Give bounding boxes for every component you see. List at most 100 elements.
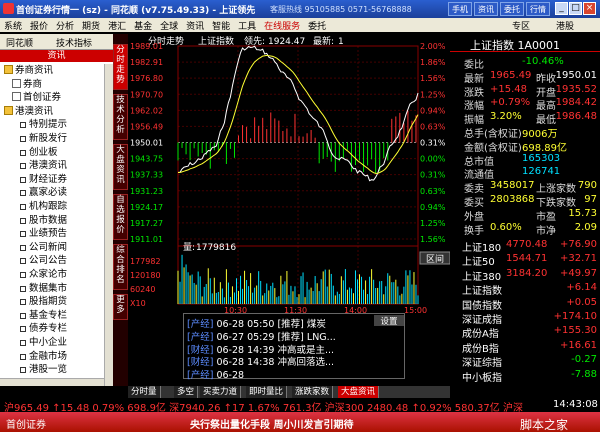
tree-item[interactable]: 财经证券 xyxy=(20,173,67,186)
tree-item-label: 新股发行 xyxy=(29,133,68,144)
right-axis-tick: 0.94% xyxy=(420,106,446,115)
tree-item[interactable]: 股市数据 xyxy=(20,214,67,227)
menu-analysis[interactable]: 分析 xyxy=(52,18,78,32)
vtab-watchlist[interactable]: 自选报价 xyxy=(113,194,128,240)
quote-row-value: -10.46% xyxy=(522,56,564,67)
index-row[interactable]: 深证综指 -0.27 xyxy=(450,354,600,369)
tab-tech-indicators[interactable]: 技术指标 xyxy=(56,36,92,49)
quote-row: 流通值 126741 xyxy=(450,166,600,181)
vtab-more[interactable]: 更多 xyxy=(113,294,128,320)
news-button[interactable]: 资讯 xyxy=(474,2,498,16)
trade-button[interactable]: 委托 xyxy=(500,2,524,16)
tree-item-label: 公司公告 xyxy=(29,255,68,267)
tree-item[interactable]: 赢家必读 xyxy=(20,186,67,199)
tree-item[interactable]: 众家论市 xyxy=(20,268,67,281)
quote-row-value: +15.48 xyxy=(490,83,528,95)
tree-item[interactable]: 金融市场 xyxy=(20,350,67,363)
tree-horizontal-scrollbar[interactable] xyxy=(0,378,104,386)
news-item-part: 06-28 xyxy=(213,370,245,382)
chart-lead-label: 领先: xyxy=(244,35,265,47)
tree-item-label: 公司新闻 xyxy=(29,241,68,253)
zone-button[interactable]: 专区 xyxy=(508,18,534,32)
index-row[interactable]: 上证380 3184.20 +49.97 xyxy=(450,268,600,283)
tree-item[interactable]: 中小企业 xyxy=(20,336,67,349)
tree-item[interactable]: 股指期货 xyxy=(20,295,67,308)
btab-bull-bear[interactable]: 多空 xyxy=(174,386,199,398)
menu-global[interactable]: 全球 xyxy=(156,18,182,32)
window-title: 首创证券行情一 (sz) - 同花顺 (v7.75.49.33) - 上证领先 xyxy=(16,6,256,16)
menu-quote[interactable]: 报价 xyxy=(26,18,52,32)
tree-item[interactable]: 新股发行 xyxy=(20,132,67,145)
tab-ths[interactable]: 同花顺 xyxy=(6,36,33,49)
tree-item-label: 金融市场 xyxy=(29,350,68,362)
minimize-icon[interactable]: _ xyxy=(555,2,568,15)
right-axis-tick: 0.31% xyxy=(420,139,446,148)
menu-trade[interactable]: 委托 xyxy=(304,18,330,32)
tree-item[interactable]: 公司公告 xyxy=(20,254,67,267)
index-row[interactable]: 成份B指 +16.61 xyxy=(450,340,600,355)
tree-item[interactable]: 机构跟踪 xyxy=(20,200,67,213)
left-axis-tick: 1982.91 xyxy=(130,58,163,67)
index-row[interactable]: 成份A指 +155.30 xyxy=(450,325,600,340)
btab-buy-sell-force[interactable]: 买卖力道 xyxy=(200,386,242,398)
news-settings-button[interactable]: 设置 xyxy=(374,315,404,327)
index-row[interactable]: 国债指数 +0.05 xyxy=(450,297,600,312)
tree-item[interactable]: 券商 xyxy=(12,78,42,91)
tree-item[interactable]: 基金专栏 xyxy=(20,309,67,322)
hk-stocks-button[interactable]: 港股 xyxy=(552,18,578,32)
tree-item[interactable]: 数据集市 xyxy=(20,282,67,295)
tree-item[interactable]: 港澳资讯 xyxy=(4,105,53,118)
tree-item[interactable]: 首创证券 xyxy=(12,91,61,104)
menu-online-service[interactable]: 在线服务 xyxy=(260,18,304,32)
btab-volume-ratio[interactable]: 即时量比 xyxy=(246,386,288,398)
news-item-part: 冲高回落选... xyxy=(277,357,335,369)
vtab-timeshare[interactable]: 分时走势 xyxy=(113,44,128,90)
menu-system[interactable]: 系统 xyxy=(0,18,26,32)
tree-item[interactable]: 券商资讯 xyxy=(4,64,53,77)
news-item[interactable]: [财经] 06-28 14:39 冲高或是主... xyxy=(187,342,334,356)
vtab-market-news[interactable]: 大盘资讯 xyxy=(113,144,128,190)
tree-item[interactable]: 港澳资讯 xyxy=(20,159,67,172)
bullet-icon xyxy=(20,340,26,346)
quote-row-value: 165303 xyxy=(522,152,561,164)
menu-smart[interactable]: 智能 xyxy=(208,18,234,32)
menu-news[interactable]: 资讯 xyxy=(182,18,208,32)
right-axis-tick: 0.63% xyxy=(420,122,446,131)
tree-item[interactable]: 创业板 xyxy=(20,146,58,159)
quote-button[interactable]: 行情 xyxy=(526,2,550,16)
tree-item[interactable]: 港股一览 xyxy=(20,363,67,376)
close-icon[interactable]: × xyxy=(583,2,596,15)
btab-market-news[interactable]: 大盘资讯 xyxy=(338,386,380,398)
btab-advance-decline[interactable]: 涨跌家数 xyxy=(292,386,334,398)
left-axis-tick: 1989.01 xyxy=(130,42,163,51)
tree-item[interactable]: 特别提示 xyxy=(20,118,67,131)
tree-vertical-scrollbar[interactable] xyxy=(104,64,113,386)
volume-axis-tick: X10 xyxy=(130,299,146,308)
index-row[interactable]: 深证成指 +174.10 xyxy=(450,311,600,326)
index-row[interactable]: 上证50 1544.71 +32.71 xyxy=(450,253,600,268)
news-item[interactable]: [产经] 06-27 05:29 [推荐] LNG... xyxy=(187,329,336,343)
phone-button[interactable]: 手机 xyxy=(448,2,472,16)
index-name: 上证380 xyxy=(462,271,502,283)
news-item[interactable]: [财经] 06-28 14:38 冲高回落选... xyxy=(187,354,335,369)
menu-funds[interactable]: 基金 xyxy=(130,18,156,32)
quote-row-value: 9006万 xyxy=(522,129,558,140)
vtab-ranking[interactable]: 综合排名 xyxy=(113,244,128,290)
index-row[interactable]: 上证指数 +6.14 xyxy=(450,282,600,297)
menu-hk[interactable]: 港汇 xyxy=(104,18,130,32)
maximize-icon[interactable]: □ xyxy=(569,2,582,15)
tree-item[interactable]: 债券专栏 xyxy=(20,322,67,335)
news-item[interactable]: [产经] 06-28 xyxy=(187,367,245,382)
index-row[interactable]: 中小板指 -7.88 xyxy=(450,369,600,384)
news-item[interactable]: [产经] 06-28 05:50 [推荐] 煤炭 xyxy=(187,316,326,330)
btab-volume[interactable]: 分时量 xyxy=(128,386,161,398)
right-axis-tick: 1.56% xyxy=(420,74,446,83)
tree-item-label: 首创证券 xyxy=(23,92,62,104)
tree-item[interactable]: 业绩预告 xyxy=(20,227,67,240)
index-row[interactable]: 上证180 4770.48 +76.90 xyxy=(450,239,600,254)
menu-tools[interactable]: 工具 xyxy=(234,18,260,32)
menu-futures[interactable]: 期货 xyxy=(78,18,104,32)
vtab-tech-analysis[interactable]: 技术分析 xyxy=(113,94,128,140)
tree-item[interactable]: 公司新闻 xyxy=(20,241,67,254)
status-headline[interactable]: 央行祭出量化手段 周小川发言引期待 xyxy=(190,416,353,431)
